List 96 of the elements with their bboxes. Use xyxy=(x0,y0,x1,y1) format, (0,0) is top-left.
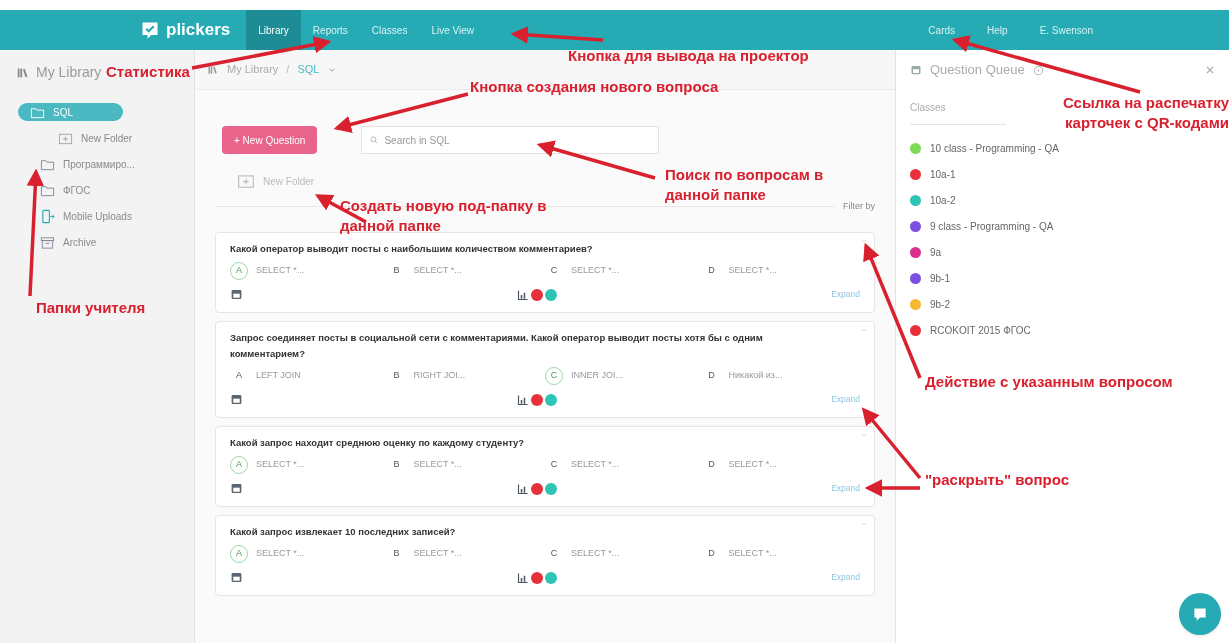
answer-letter: B xyxy=(392,457,401,471)
help-chat-button[interactable] xyxy=(1179,593,1221,635)
breadcrumb-separator: / xyxy=(286,62,290,78)
close-icon xyxy=(1205,65,1215,75)
expand-link[interactable]: Expand xyxy=(831,482,860,495)
nav-tab[interactable]: Classes xyxy=(359,10,420,50)
sidebar-item[interactable]: Программиро... xyxy=(40,156,135,172)
class-item[interactable]: 9a xyxy=(930,244,942,260)
answer-text: SELECT *... xyxy=(571,546,620,560)
question-text: Запрос соединяет посты в социальной сети с комментариями. Какой оператор выводит посты хотя бы с одним комментарием? xyxy=(230,330,764,361)
annotation-label: "раскрыть" вопрос xyxy=(925,470,1069,490)
question-text: Какой оператор выводит посты с наибольшим количеством комментариев? xyxy=(230,241,594,256)
answer-letter: D xyxy=(707,368,716,382)
annotation-label: Папки учителя xyxy=(36,298,146,318)
answer-text: SELECT *... xyxy=(728,546,777,560)
search-field[interactable]: Search in SQL xyxy=(361,126,660,154)
sidebar-item[interactable]: New Folder xyxy=(58,130,133,146)
class-item[interactable]: 10a-1 xyxy=(930,166,956,182)
answer-text: SELECT *... xyxy=(256,263,305,277)
answer-letter: C xyxy=(549,546,559,560)
question-text: Какой запрос извлекает 10 последних записей? xyxy=(230,524,457,539)
bar-chart-icon xyxy=(517,482,530,495)
calendar-icon xyxy=(230,571,243,584)
class-item[interactable]: 10 class - Programming - QA xyxy=(930,140,1059,156)
answer-letter: B xyxy=(392,263,401,277)
archive-icon xyxy=(40,234,55,250)
class-item[interactable]: 10a-2 xyxy=(930,192,956,208)
library-icon xyxy=(207,63,219,76)
class-item[interactable]: 9b-2 xyxy=(930,296,950,312)
search-icon xyxy=(369,135,380,145)
help-icon xyxy=(1032,64,1044,76)
logo-text: plickers xyxy=(166,19,231,42)
class-item[interactable]: RCOKOIT 2015 ФГОС xyxy=(930,322,1031,338)
answer-letter: D xyxy=(707,263,716,277)
annotation-label: Кнопка создания нового вопроса xyxy=(470,77,719,97)
sidebar-item[interactable]: Mobile Uploads xyxy=(40,208,132,224)
answer-text: SELECT *... xyxy=(728,263,777,277)
nav-tab[interactable]: Live View xyxy=(419,10,487,50)
answer-text: LEFT JOIN xyxy=(256,368,301,382)
answer-text: SELECT *... xyxy=(256,457,305,471)
annotation-label: Создать новую под-папку в данной папке xyxy=(340,196,548,236)
expand-link[interactable]: Expand xyxy=(831,571,860,584)
answer-letter: C xyxy=(549,263,559,277)
mobile-upload-icon xyxy=(40,208,55,224)
answer-letter: A xyxy=(235,368,243,382)
answer-text: SELECT *... xyxy=(571,457,620,471)
annotation-label: Ссылка на распечатку карточек с QR-кодами xyxy=(1061,93,1229,133)
annotation-label: Кнопка для вывода на проектор xyxy=(568,46,809,66)
answer-text: Никакой из... xyxy=(728,368,783,382)
sidebar-item[interactable]: Archive xyxy=(40,234,97,250)
new-question-button[interactable]: + New Question xyxy=(222,126,318,154)
breadcrumb-link[interactable]: My Library xyxy=(227,61,279,78)
panel-title: Question Queue xyxy=(930,61,1025,80)
calendar-icon xyxy=(910,64,922,76)
class-item[interactable]: 9 class - Programming - QA xyxy=(930,218,1054,234)
bar-chart-icon xyxy=(517,393,530,406)
bar-chart-icon xyxy=(517,288,530,301)
answer-letter: C xyxy=(549,457,559,471)
annotation-label: Статистика xyxy=(106,62,190,82)
answer-letter: D xyxy=(707,457,716,471)
calendar-icon xyxy=(230,288,243,301)
nav-link[interactable]: E. Swenson xyxy=(1023,10,1109,50)
class-item[interactable]: 9b-1 xyxy=(930,270,950,286)
classes-tab[interactable]: Classes xyxy=(910,100,946,115)
answer-text: SELECT *... xyxy=(413,263,462,277)
sidebar-item[interactable]: ФГОС xyxy=(40,182,91,198)
answer-letter: D xyxy=(707,546,716,560)
answer-text: RIGHT JOI... xyxy=(413,368,466,382)
nav-tab[interactable]: Reports xyxy=(300,10,360,50)
new-folder-icon xyxy=(237,172,255,190)
answer-text: SELECT *... xyxy=(256,546,305,560)
filter-dropdown[interactable]: Filter by xyxy=(843,200,875,214)
answer-text: SELECT *... xyxy=(571,263,620,277)
answer-text: SELECT *... xyxy=(413,546,462,560)
nav-link[interactable]: Cards xyxy=(912,10,972,50)
new-folder-button[interactable]: New Folder xyxy=(237,172,315,190)
annotation-label: Действие с указанным вопросом xyxy=(925,372,1174,392)
answer-letter: B xyxy=(392,368,401,382)
answer-text: SELECT *... xyxy=(728,457,777,471)
expand-link[interactable]: Expand xyxy=(831,288,860,301)
breadcrumb-current[interactable]: SQL xyxy=(297,61,320,78)
expand-link[interactable]: Expand xyxy=(831,393,860,406)
logo-icon xyxy=(140,20,160,40)
answer-letter: B xyxy=(392,546,401,560)
bar-chart-icon xyxy=(517,571,530,584)
answer-text: INNER JOI... xyxy=(571,368,623,382)
sidebar-title: My Library xyxy=(36,63,102,82)
sidebar-item[interactable]: SQL xyxy=(18,103,123,121)
annotation-label: Поиск по вопросам в данной папке xyxy=(665,165,825,205)
nav-link[interactable]: Help xyxy=(971,10,1024,50)
calendar-icon xyxy=(230,393,243,406)
nav-tab[interactable]: Library xyxy=(246,10,301,50)
chat-icon xyxy=(1191,605,1209,623)
calendar-icon xyxy=(230,482,243,495)
answer-text: SELECT *... xyxy=(413,457,462,471)
question-text: Какой запрос находит среднюю оценку по каждому студенту? xyxy=(230,435,526,450)
